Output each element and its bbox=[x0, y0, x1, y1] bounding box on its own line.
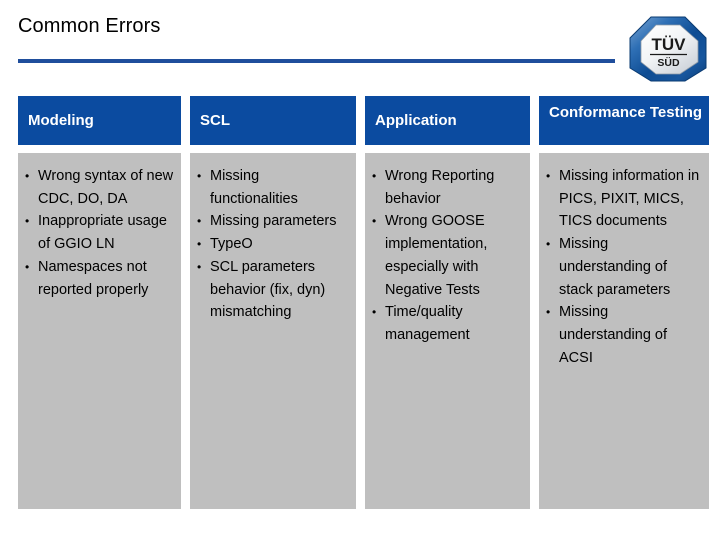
column-body-scl: Missing functionalities Missing paramete… bbox=[190, 153, 356, 509]
logo-primary-text: TÜV bbox=[652, 35, 687, 54]
column-body-application: Wrong Reporting behavior Wrong GOOSE imp… bbox=[365, 153, 530, 509]
table-column-application: Application Wrong Reporting behavior Wro… bbox=[365, 96, 530, 509]
bullet-list-application: Wrong Reporting behavior Wrong GOOSE imp… bbox=[371, 165, 524, 347]
bullet-list-conformance-testing: Missing information in PICS, PIXIT, MICS… bbox=[545, 165, 703, 369]
list-item: Missing parameters bbox=[196, 210, 350, 233]
list-item: TypeO bbox=[196, 233, 350, 256]
list-item: Missing understanding of stack parameter… bbox=[545, 233, 703, 301]
list-item: SCL parameters behavior (fix, dyn) misma… bbox=[196, 256, 350, 324]
list-item: Wrong Reporting behavior bbox=[371, 165, 524, 210]
list-item: Missing functionalities bbox=[196, 165, 350, 210]
list-item: Wrong GOOSE implementation, especially w… bbox=[371, 210, 524, 301]
list-item: Missing information in PICS, PIXIT, MICS… bbox=[545, 165, 703, 233]
title-divider bbox=[18, 59, 615, 63]
column-header-application: Application bbox=[365, 96, 530, 145]
list-item: Missing understanding of ACSI bbox=[545, 301, 703, 369]
bullet-list-scl: Missing functionalities Missing paramete… bbox=[196, 165, 350, 324]
logo-secondary-text: SÜD bbox=[657, 56, 680, 69]
column-body-conformance-testing: Missing information in PICS, PIXIT, MICS… bbox=[539, 153, 709, 509]
bullet-list-modeling: Wrong syntax of new CDC, DO, DA Inapprop… bbox=[24, 165, 175, 301]
page-title: Common Errors bbox=[18, 15, 161, 37]
list-item: Wrong syntax of new CDC, DO, DA bbox=[24, 165, 175, 210]
list-item: Time/quality management bbox=[371, 301, 524, 346]
table-column-scl: SCL Missing functionalities Missing para… bbox=[190, 96, 356, 509]
common-errors-table: Modeling Wrong syntax of new CDC, DO, DA… bbox=[18, 96, 709, 509]
table-column-modeling: Modeling Wrong syntax of new CDC, DO, DA… bbox=[18, 96, 181, 509]
list-item: Namespaces not reported properly bbox=[24, 256, 175, 301]
tuv-sud-logo: TÜV SÜD bbox=[629, 16, 707, 82]
list-item: Inappropriate usage of GGIO LN bbox=[24, 210, 175, 255]
table-column-conformance-testing: Conformance Testing Missing information … bbox=[539, 96, 709, 509]
column-header-modeling: Modeling bbox=[18, 96, 181, 145]
column-header-conformance-testing: Conformance Testing bbox=[539, 96, 709, 145]
column-body-modeling: Wrong syntax of new CDC, DO, DA Inapprop… bbox=[18, 153, 181, 509]
column-header-scl: SCL bbox=[190, 96, 356, 145]
